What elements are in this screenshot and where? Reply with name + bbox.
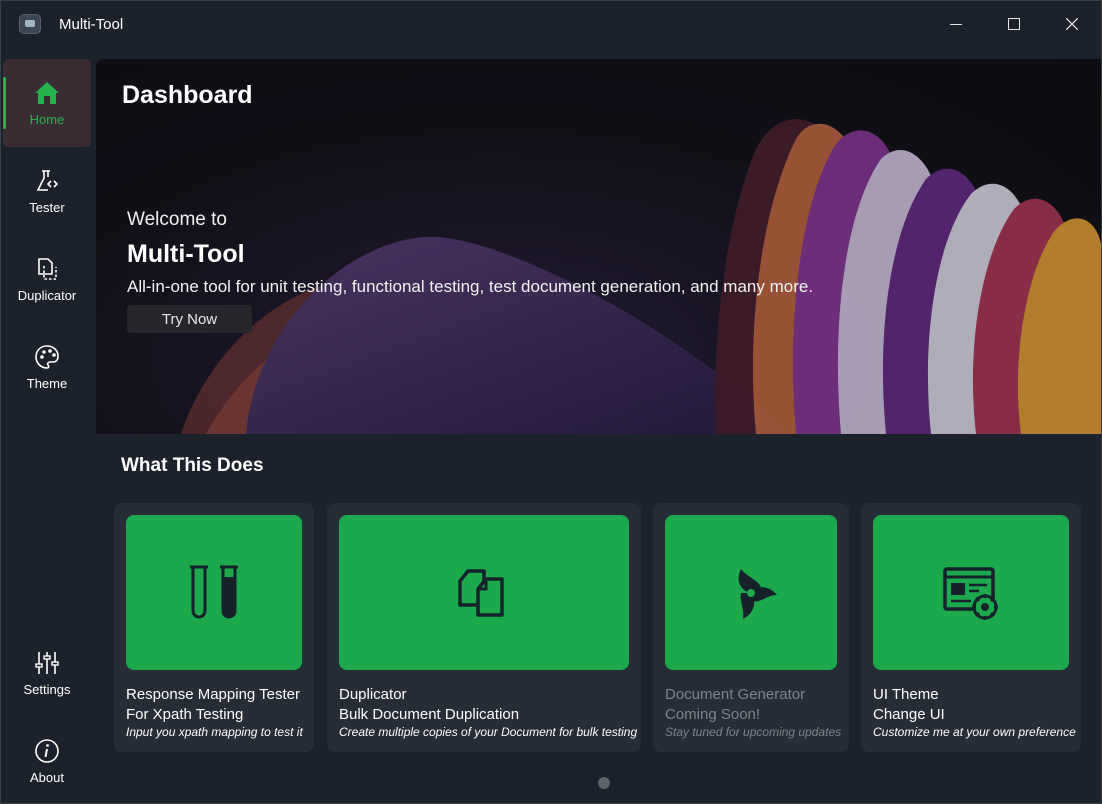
maximize-button[interactable] xyxy=(991,9,1037,39)
palette-icon xyxy=(35,344,59,369)
sidebar-item-tester[interactable]: Tester xyxy=(3,147,91,235)
sidebar-nav: Home Tester Duplicator Theme Settings Ab… xyxy=(1,57,93,803)
copy-documents-icon xyxy=(458,568,504,617)
feature-card-duplicator[interactable]: Duplicator Bulk Document Duplication Cre… xyxy=(327,503,641,752)
welcome-text: Welcome to xyxy=(127,209,227,230)
carousel-pager-dot[interactable] xyxy=(598,777,610,789)
sidebar-item-home[interactable]: Home xyxy=(3,59,91,147)
window-settings-icon xyxy=(943,566,998,620)
minimize-icon xyxy=(950,23,962,25)
sidebar-item-settings[interactable]: Settings xyxy=(3,629,91,717)
sidebar-item-label: Theme xyxy=(26,375,68,391)
card-description: Create multiple copies of your Document … xyxy=(339,725,638,739)
minimize-button[interactable] xyxy=(933,9,979,39)
sidebar-item-duplicator[interactable]: Duplicator xyxy=(3,235,91,323)
sliders-icon xyxy=(35,651,59,674)
card-subtitle: For Xpath Testing xyxy=(126,706,244,723)
card-thumbnail xyxy=(873,515,1069,670)
card-description: Input you xpath mapping to test it xyxy=(126,725,303,739)
card-thumbnail xyxy=(665,515,837,670)
home-icon xyxy=(35,81,59,104)
hero-banner: Dashboard Welcome to Multi-Tool All-in-o… xyxy=(96,59,1101,434)
card-subtitle: Change UI xyxy=(873,706,945,723)
duplicate-icon xyxy=(38,257,57,280)
info-icon xyxy=(35,738,59,763)
card-thumbnail xyxy=(339,515,629,670)
card-subtitle: Coming Soon! xyxy=(665,706,761,723)
sidebar-item-label: About xyxy=(30,769,64,785)
card-subtitle: Bulk Document Duplication xyxy=(339,706,520,723)
sidebar-item-label: Duplicator xyxy=(17,287,77,303)
card-description: Stay tuned for upcoming updates xyxy=(665,725,842,739)
card-title: Document Generator xyxy=(665,686,806,703)
triskelion-icon xyxy=(738,568,777,619)
sidebar-item-theme[interactable]: Theme xyxy=(3,323,91,411)
card-title: Duplicator xyxy=(339,686,407,703)
close-icon xyxy=(1066,18,1078,30)
sidebar-item-label: Tester xyxy=(29,199,65,215)
card-title: Response Mapping Tester xyxy=(126,686,300,703)
app-window: Multi-Tool Home Tester Duplicator Theme … xyxy=(0,0,1102,804)
hero-app-name: Multi-Tool xyxy=(127,240,245,268)
window-title: Multi-Tool xyxy=(59,16,124,33)
feature-card-ui-theme[interactable]: UI Theme Change UI Customize me at your … xyxy=(861,503,1081,752)
sidebar-item-label: Home xyxy=(29,111,65,127)
card-description: Customize me at your own preference xyxy=(873,725,1076,739)
card-title: UI Theme xyxy=(873,686,939,703)
title-bar[interactable]: Multi-Tool xyxy=(1,1,1101,47)
sidebar-item-about[interactable]: About xyxy=(3,717,91,803)
close-button[interactable] xyxy=(1049,9,1095,39)
maximize-icon xyxy=(1008,18,1020,30)
feature-card-tester[interactable]: Response Mapping Tester For Xpath Testin… xyxy=(114,503,314,752)
sidebar-item-label: Settings xyxy=(23,681,71,697)
flask-code-icon xyxy=(36,169,59,191)
hero-description: All-in-one tool for unit testing, functi… xyxy=(127,277,814,296)
main-content: Dashboard Welcome to Multi-Tool All-in-o… xyxy=(96,57,1101,803)
hero-background-art xyxy=(96,59,1101,434)
section-title: What This Does xyxy=(121,455,264,476)
test-tubes-icon xyxy=(190,565,238,618)
app-logo-icon xyxy=(19,14,41,34)
page-title: Dashboard xyxy=(122,81,253,109)
feature-card-document-generator: Document Generator Coming Soon! Stay tun… xyxy=(653,503,849,752)
try-now-button[interactable]: Try Now xyxy=(127,305,252,333)
card-thumbnail xyxy=(126,515,302,670)
